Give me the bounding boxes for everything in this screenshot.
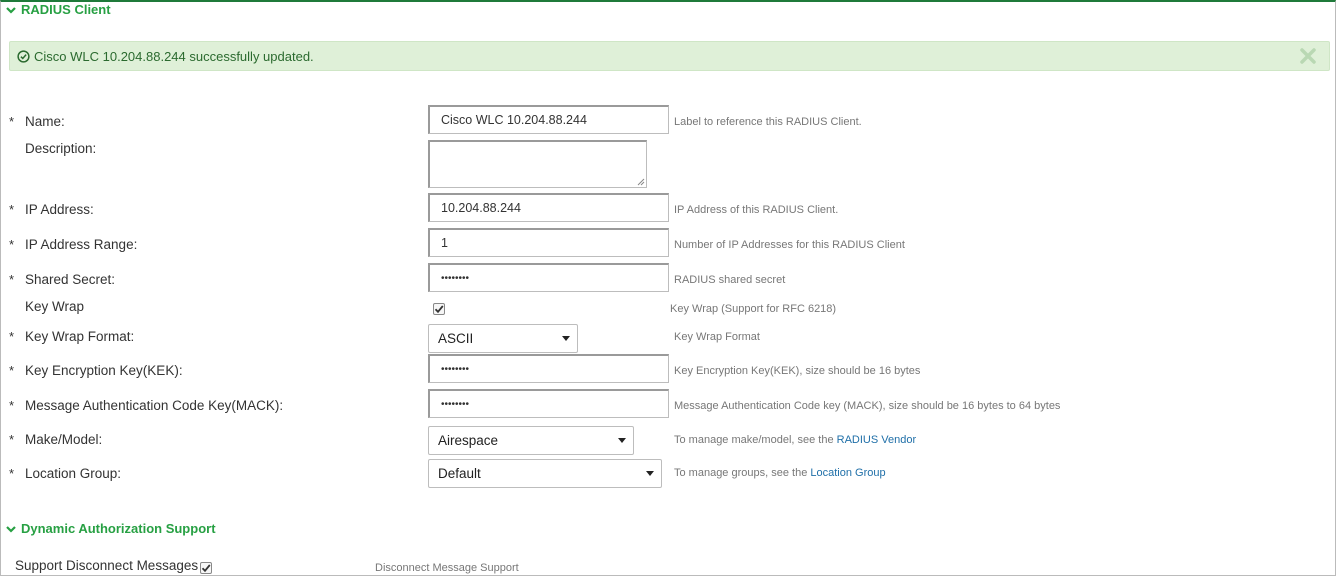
required-marker: *	[9, 432, 15, 447]
help-text: To manage make/model, see the	[674, 434, 834, 446]
ip-address-help: IP Address of this RADIUS Client.	[674, 204, 839, 216]
description-textarea[interactable]	[428, 140, 647, 188]
caret-down-icon	[618, 438, 626, 443]
name-help: Label to reference this RADIUS Client.	[674, 116, 862, 128]
ip-address-input[interactable]: 10.204.88.244	[428, 193, 669, 222]
close-icon[interactable]	[1299, 47, 1317, 65]
ip-range-input[interactable]: 1	[428, 228, 669, 257]
location-group-label: Location Group:	[25, 466, 122, 481]
required-marker: *	[9, 272, 15, 287]
location-group-help: To manage groups, see the Location Group	[674, 467, 886, 479]
support-disconnect-help: Disconnect Message Support	[375, 562, 519, 574]
radius-vendor-link[interactable]: RADIUS Vendor	[837, 434, 916, 446]
support-disconnect-checkbox[interactable]	[200, 562, 212, 574]
required-marker: *	[9, 398, 15, 413]
select-value: ASCII	[438, 331, 474, 346]
key-wrap-checkbox[interactable]	[433, 303, 445, 315]
success-alert: Cisco WLC 10.204.88.244 successfully upd…	[9, 41, 1330, 71]
mack-label: Message Authentication Code Key(MACK):	[25, 398, 284, 413]
shared-secret-help: RADIUS shared secret	[674, 274, 786, 286]
select-value: Default	[438, 466, 481, 481]
shared-secret-input[interactable]: ••••••••	[428, 263, 669, 292]
name-input[interactable]: Cisco WLC 10.204.88.244	[428, 105, 669, 134]
location-group-select[interactable]: Default	[428, 459, 662, 488]
ip-range-label: IP Address Range:	[25, 237, 138, 252]
section-title: Dynamic Authorization Support	[21, 521, 216, 536]
chevron-down-icon	[6, 525, 16, 533]
description-label: Description:	[25, 141, 97, 156]
check-circle-icon	[17, 49, 30, 63]
key-wrap-help: Key Wrap (Support for RFC 6218)	[670, 303, 837, 315]
key-wrap-label: Key Wrap	[25, 299, 85, 314]
section-title: RADIUS Client	[21, 2, 111, 17]
required-marker: *	[9, 202, 15, 217]
resize-grip-icon[interactable]	[636, 177, 645, 186]
checkmark-icon	[201, 564, 211, 573]
ip-range-help: Number of IP Addresses for this RADIUS C…	[674, 239, 905, 251]
mack-input[interactable]: ••••••••	[428, 389, 669, 418]
shared-secret-label: Shared Secret:	[25, 272, 116, 287]
key-wrap-format-help: Key Wrap Format	[674, 331, 760, 343]
caret-down-icon	[562, 336, 570, 341]
kek-label: Key Encryption Key(KEK):	[25, 363, 183, 378]
required-marker: *	[9, 363, 15, 378]
caret-down-icon	[646, 471, 654, 476]
required-marker: *	[9, 237, 15, 252]
ip-address-label: IP Address:	[25, 202, 94, 217]
make-model-help: To manage make/model, see the RADIUS Ven…	[674, 434, 916, 446]
make-model-select[interactable]: Airespace	[428, 426, 634, 455]
required-marker: *	[9, 329, 15, 344]
name-label: Name:	[25, 114, 65, 129]
checkmark-icon	[434, 305, 444, 314]
required-marker: *	[9, 114, 15, 129]
alert-message: Cisco WLC 10.204.88.244 successfully upd…	[34, 48, 314, 64]
key-wrap-format-label: Key Wrap Format:	[25, 329, 135, 344]
section-header-dynamic-auth[interactable]: Dynamic Authorization Support	[6, 521, 216, 536]
make-model-label: Make/Model:	[25, 432, 103, 447]
help-text: To manage groups, see the	[674, 467, 808, 479]
select-value: Airespace	[438, 433, 499, 448]
mack-help: Message Authentication Code key (MACK), …	[674, 400, 1061, 412]
kek-help: Key Encryption Key(KEK), size should be …	[674, 365, 921, 377]
chevron-down-icon	[6, 6, 16, 14]
section-header-radius-client[interactable]: RADIUS Client	[6, 2, 111, 17]
support-disconnect-label: Support Disconnect Messages	[15, 558, 199, 573]
key-wrap-format-select[interactable]: ASCII	[428, 324, 578, 353]
location-group-link[interactable]: Location Group	[810, 467, 885, 479]
kek-input[interactable]: ••••••••	[428, 354, 669, 383]
required-marker: *	[9, 466, 15, 481]
